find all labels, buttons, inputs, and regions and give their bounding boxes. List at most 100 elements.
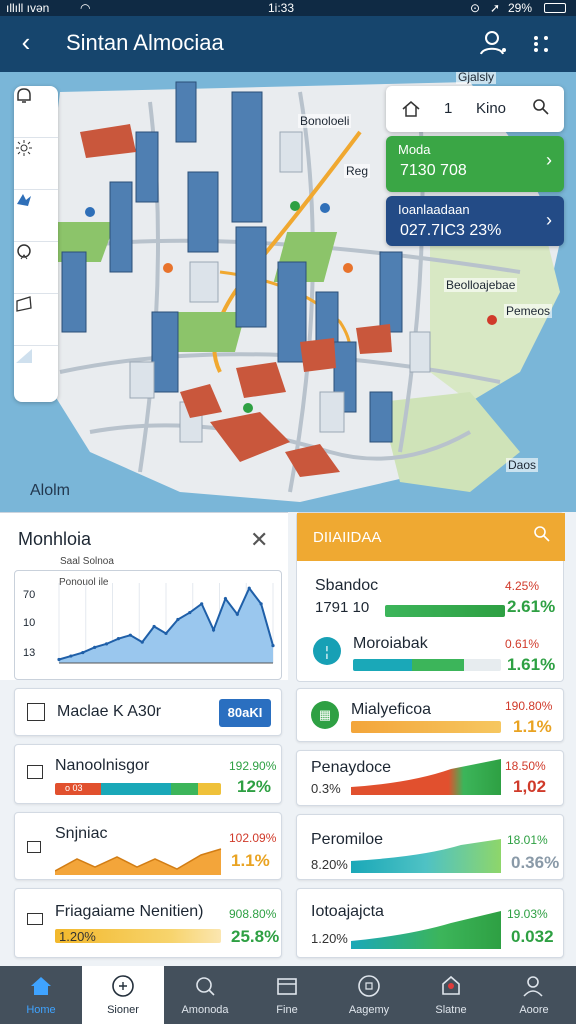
- map-watermark: Alolm: [30, 482, 71, 499]
- chart-point: [271, 644, 275, 648]
- nav-aoore[interactable]: Aoore: [492, 966, 576, 1024]
- stat-card[interactable]: Iotoajajcta 19.03% 0.032 1.20%: [296, 888, 564, 958]
- nav-label: Aoore: [519, 1004, 549, 1016]
- card-value: 7130 708: [400, 162, 467, 179]
- progress-bar: [385, 605, 505, 617]
- bell-icon[interactable]: [14, 86, 58, 138]
- stat-card[interactable]: Friagaiame Nenitien) 908.80% 25.8% 1.20%: [14, 888, 282, 958]
- stat-card[interactable]: Penaydoce 18.50% 1,02 0.3%: [296, 750, 564, 806]
- map-label-bottom: Daos: [506, 458, 539, 472]
- chart-point: [116, 637, 121, 641]
- status-bar: ıllıll ıvən ◠ 1i:33 ⊙ ➚ 29%: [0, 0, 576, 16]
- row-title: Moroiabak: [353, 635, 428, 652]
- search-query[interactable]: Kino: [476, 100, 506, 117]
- close-icon[interactable]: ✕: [250, 527, 268, 553]
- city-map[interactable]: 1 Kino Moda 7130 708 › Ioanlaadaan 027.7…: [0, 72, 576, 512]
- stat-card[interactable]: Snjniac 102.09% 1.1%: [14, 812, 282, 880]
- card-pct-big: 1.1%: [231, 851, 270, 870]
- terrain-icon[interactable]: [14, 346, 58, 398]
- layers-icon[interactable]: [14, 190, 58, 242]
- bar-icon: ¦: [313, 637, 341, 665]
- card-pct-big: 25.8%: [231, 927, 280, 946]
- compass-icon: [112, 975, 134, 997]
- map-label-right2: Pemeos: [504, 304, 553, 318]
- nav-slatne[interactable]: Slatne: [410, 966, 492, 1024]
- card-label: Moda: [398, 142, 431, 157]
- chart-point: [235, 612, 239, 616]
- chart-point: [140, 640, 144, 644]
- chart-point: [93, 645, 97, 649]
- chart-point: [81, 650, 85, 655]
- chart-point: [200, 602, 204, 606]
- search-result-count: 1: [444, 100, 453, 117]
- panel-title: Monhloia: [18, 529, 92, 549]
- card-pct-top: 18.50%: [505, 759, 546, 773]
- tag-icon: [27, 841, 41, 853]
- map-info-card-blue[interactable]: Ioanlaadaan 027.7IC3 23% ›: [386, 196, 564, 246]
- draw-icon[interactable]: [14, 294, 58, 346]
- row-pct-big: 1.61%: [507, 655, 556, 674]
- map-search-bar[interactable]: 1 Kino: [386, 86, 564, 132]
- stat-card[interactable]: ▦ Mialyeficoa 190.80% 1.1%: [296, 688, 564, 742]
- tick-label: 70: [23, 589, 36, 601]
- map-toolbar: [14, 86, 58, 402]
- card-pct-big: 0.36%: [511, 853, 560, 872]
- card-pct-top: 908.80%: [229, 907, 277, 921]
- chart-point: [57, 657, 61, 662]
- card-sub: 1.20%: [311, 931, 348, 946]
- nav-label: Amonoda: [181, 1004, 229, 1016]
- profile-icon: [523, 976, 543, 997]
- stat-card[interactable]: Nanoolnisgor 192.90% 12% o 03: [14, 744, 282, 804]
- chart-point: [247, 586, 251, 590]
- nav-label: Aagemy: [348, 1004, 390, 1016]
- wifi-icon: ◠: [80, 1, 91, 15]
- map-label-building: Bonoloeli: [298, 114, 352, 128]
- app-header: ‹ Sintan Almociaa: [0, 16, 576, 72]
- chevron-right-icon: ›: [546, 210, 552, 230]
- sun-icon[interactable]: [14, 138, 58, 190]
- chart-title: Saal Solnoa: [60, 556, 114, 567]
- stat-card[interactable]: Peromiloe 18.01% 0.36% 8.20%: [296, 814, 564, 880]
- location-icon: [442, 975, 460, 995]
- card-title: Friagaiame Nenitien): [55, 903, 204, 920]
- search-icon[interactable]: [533, 525, 551, 547]
- row-title: Sbandoc: [315, 577, 379, 594]
- chart-point: [223, 597, 228, 601]
- search-icon: [196, 977, 215, 996]
- nav-amonoda[interactable]: Amonoda: [164, 966, 246, 1024]
- location-pin-icon[interactable]: [14, 242, 58, 294]
- back-button[interactable]: ‹: [12, 28, 40, 58]
- chart-point: [152, 624, 156, 629]
- summary-panel: DIIAIIDAA Sbandoc 1791 10 4.25% 2.61% ¦ …: [296, 512, 565, 682]
- map-info-card-green[interactable]: Moda 7130 708 ›: [386, 136, 564, 192]
- nav-label: Slatne: [435, 1004, 467, 1016]
- flag-icon: [27, 913, 43, 925]
- page-title: Sintan Almociaa: [66, 30, 224, 55]
- panel-header-title: DIIAIIDAA: [313, 529, 382, 546]
- user-icon[interactable]: [478, 28, 508, 58]
- more-icon[interactable]: [530, 28, 556, 58]
- panel-header: DIIAIIDAA: [297, 513, 565, 561]
- area-sparkline: [351, 839, 501, 873]
- card-pct-big: 1,02: [513, 777, 547, 796]
- chart-point: [128, 633, 132, 637]
- card-title: Mialyeficoa: [351, 701, 432, 718]
- nav-home[interactable]: Home: [0, 966, 82, 1024]
- row-pct-top: 4.25%: [505, 579, 540, 593]
- chart-point: [164, 631, 168, 636]
- carrier-label: ıllıll ıvən: [6, 1, 50, 15]
- folder-icon: [277, 978, 297, 995]
- row-pct-top: 0.61%: [505, 637, 540, 651]
- map-label-top: Gjalsly: [456, 72, 497, 84]
- chevron-right-icon: ›: [546, 150, 552, 170]
- sparkline: [55, 848, 222, 875]
- stat-card[interactable]: Maclae K A30r 80aKI: [14, 688, 282, 736]
- card-pct-top: 18.01%: [507, 833, 548, 847]
- nav-aagemy[interactable]: Aagemy: [328, 966, 410, 1024]
- chart-point: [211, 628, 216, 632]
- action-button[interactable]: 80aKI: [219, 699, 271, 727]
- nav-sioner[interactable]: Sioner: [82, 966, 164, 1024]
- nav-fine[interactable]: Fine: [246, 966, 328, 1024]
- card-sub: 8.20%: [311, 857, 348, 872]
- card-pct-big: 1.1%: [513, 717, 552, 736]
